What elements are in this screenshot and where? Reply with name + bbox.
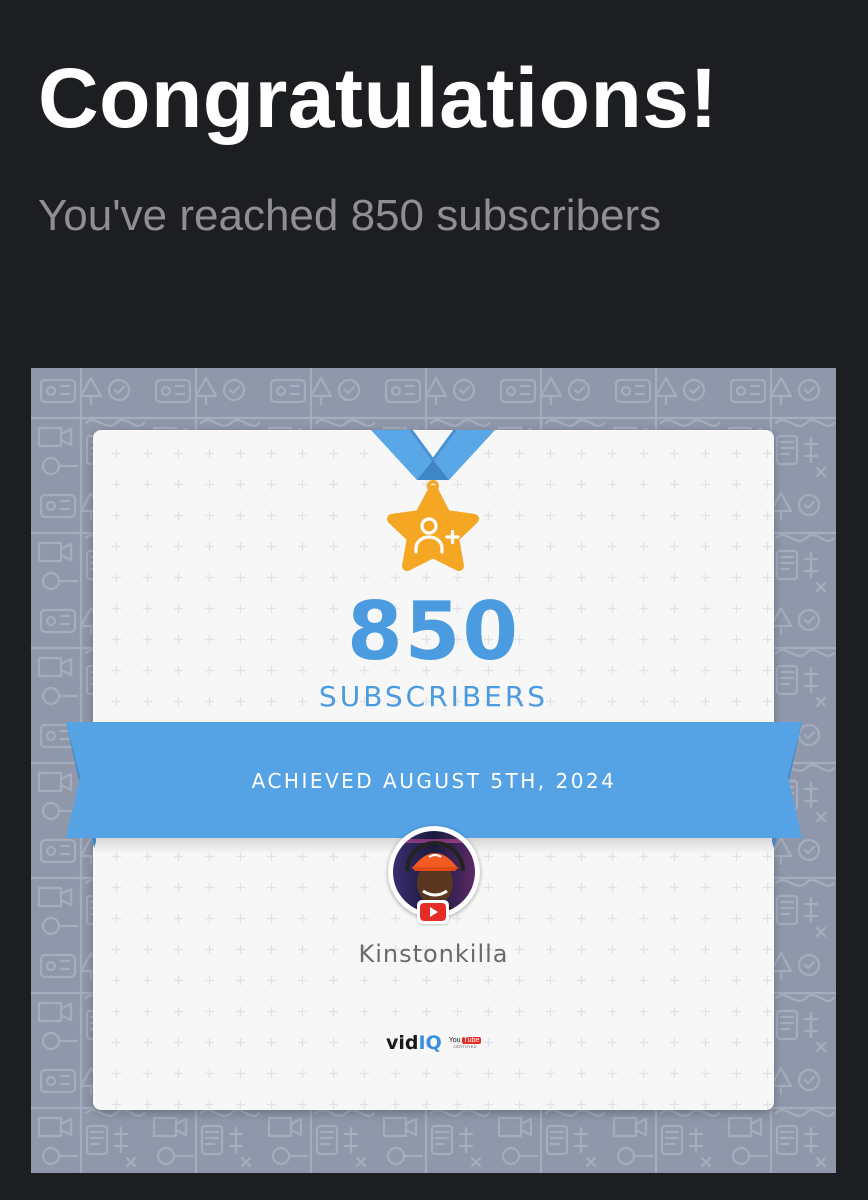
brand-iq: IQ [418,1032,442,1054]
youtube-certified-badge: You Tube CERTIFIED [449,1037,482,1049]
cert-tube: Tube [461,1037,482,1044]
youtube-play-icon [417,900,449,924]
subscriber-label: SUBSCRIBERS [318,680,549,713]
star-medal-add-user-icon [371,430,495,571]
channel-name: Kinstonkilla [358,940,509,968]
page-subtitle: You've reached 850 subscribers [38,191,662,240]
brand-vid: vid [386,1032,419,1054]
page-title: Congratulations! [38,51,718,145]
cert-you: You [448,1037,461,1044]
subscriber-count: 850 [347,585,520,678]
achievement-date: ACHIEVED AUGUST 5TH, 2024 [251,769,617,793]
vidiq-logo: vid IQ You Tube CERTIFIED [386,1032,482,1054]
cert-label: CERTIFIED [453,1044,477,1049]
